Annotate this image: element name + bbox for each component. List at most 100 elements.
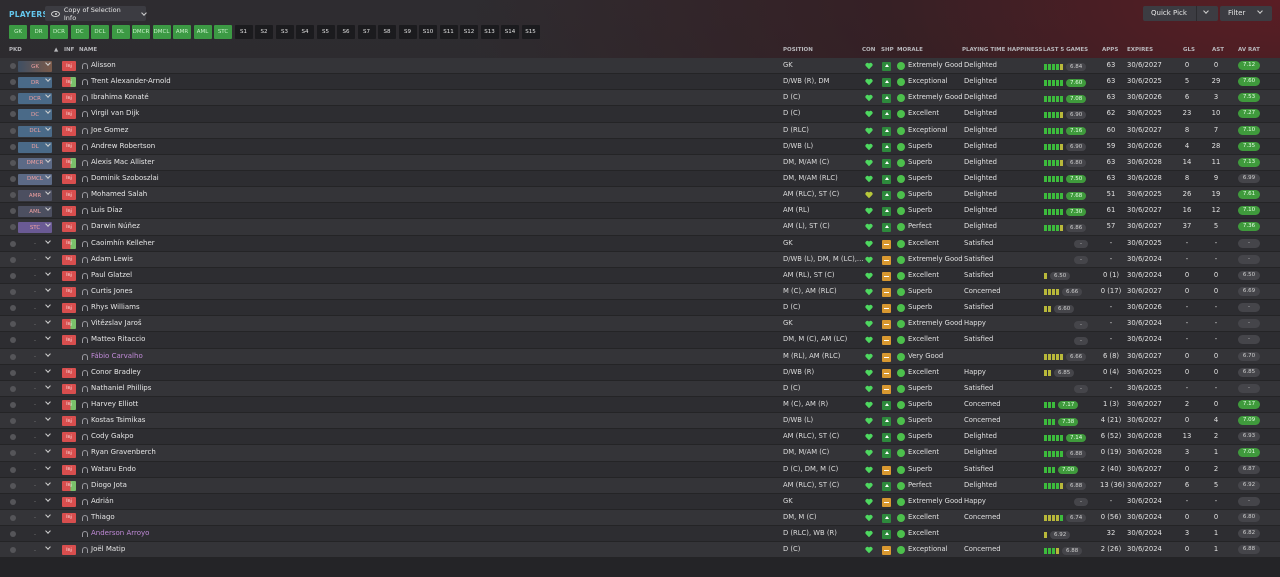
col-pkd[interactable]: PKD [9,47,22,53]
table-row[interactable]: DMCR Inj Alexis Mac Allister DM, M/AM (C) Su… [0,154,1280,171]
row-select-checkbox[interactable] [10,256,16,263]
chip-s8[interactable]: S8 [378,25,396,39]
chip-gk[interactable]: GK [9,25,27,39]
chip-aml[interactable]: AML [193,25,212,39]
chip-s13[interactable]: S13 [480,25,499,39]
copy-selection-button[interactable]: Copy of Selection Info [45,6,147,22]
col-last-5-games[interactable]: LAST 5 GAMES [1043,47,1088,53]
chip-s2[interactable]: S2 [255,25,273,39]
player-name[interactable]: Thiago [91,513,115,521]
player-name[interactable]: Dominik Szoboszlai [91,174,159,182]
row-select-checkbox[interactable] [10,450,16,457]
row-select-checkbox[interactable] [10,63,16,69]
table-row[interactable]: GK Inj Alisson GK Extremely Good Delighted 6.8… [0,58,1280,75]
row-select-checkbox[interactable] [10,321,16,328]
chip-s14[interactable]: S14 [501,25,519,39]
row-select-checkbox[interactable] [10,79,16,86]
player-name[interactable]: Alexis Mac Allister [91,158,154,166]
table-row[interactable]: - Inj Paul Glatzel AM (RL), ST (C) Excellent… [0,267,1280,284]
row-select-checkbox[interactable] [10,434,16,441]
player-name[interactable]: Adrián [91,497,114,505]
row-select-checkbox[interactable] [10,95,16,102]
row-select-checkbox[interactable] [10,143,16,150]
player-name[interactable]: Kostas Tsimikas [91,416,145,424]
table-row[interactable]: STC Inj Darwin Núñez AM (L), ST (C) Perfect D… [0,219,1280,236]
col-shp[interactable]: SHP [881,47,894,53]
sort-arrow-icon[interactable]: ▲ [54,47,58,53]
row-select-checkbox[interactable] [10,305,16,312]
row-select-checkbox[interactable] [10,175,16,182]
table-row[interactable]: DL Inj Andrew Robertson D/WB (L) Superb Delig… [0,138,1280,155]
row-select-checkbox[interactable] [10,369,16,376]
row-select-checkbox[interactable] [10,514,16,521]
col-ast[interactable]: AST [1212,47,1224,53]
table-row[interactable]: - Inj Conor Bradley D/WB (R) Excellent Happy 6… [0,364,1280,381]
chip-dl[interactable]: DL [111,25,130,39]
table-row[interactable]: - Inj Cody Gakpo AM (RLC), ST (C) Superb Deli… [0,429,1280,446]
player-name[interactable]: Luis Díaz [91,206,122,214]
player-name[interactable]: Diogo Jota [91,481,127,489]
table-row[interactable]: - Inj Wataru Endo D (C), DM, M (C) Superb Sat… [0,461,1280,478]
row-select-checkbox[interactable] [10,418,16,425]
row-select-checkbox[interactable] [10,208,16,215]
table-row[interactable]: DCR Inj Ibrahima Konaté D (C) Extremely Good… [0,90,1280,107]
player-name[interactable]: Andrew Robertson [91,142,155,150]
row-select-checkbox[interactable] [10,401,16,408]
player-name[interactable]: Conor Bradley [91,368,141,376]
chip-amr[interactable]: AMR [173,25,191,39]
chip-s6[interactable]: S6 [337,25,355,39]
chip-s12[interactable]: S12 [460,25,478,39]
player-name[interactable]: Harvey Elliott [91,400,138,408]
col-morale[interactable]: MORALE [897,47,923,53]
chip-s15[interactable]: S15 [521,25,540,39]
col-av-rat[interactable]: AV RAT [1238,47,1260,53]
player-name[interactable]: Fábio Carvalho [91,352,143,360]
col-expires[interactable]: EXPIRES [1127,47,1153,53]
table-row[interactable]: - Inj Ryan Gravenberch DM, M/AM (C) Excellen… [0,445,1280,462]
row-select-checkbox[interactable] [10,547,16,554]
chip-dr[interactable]: DR [29,25,48,39]
table-row[interactable]: - Inj Joël Matip D (C) Exceptional Concerned 6… [0,542,1280,559]
table-row[interactable]: - Inj Thiago DM, M (C) Excellent Concerned 6.7… [0,509,1280,527]
chip-dmcl[interactable]: DMCL [152,25,171,39]
col-position[interactable]: POSITION [783,47,813,53]
player-name[interactable]: Paul Glatzel [91,271,132,279]
row-select-checkbox[interactable] [10,337,16,344]
chip-s1[interactable]: S1 [234,25,253,39]
table-row[interactable]: DCL Inj Joe Gomez D (RLC) Exceptional Delight… [0,122,1280,139]
player-name[interactable]: Ryan Gravenberch [91,448,156,456]
table-row[interactable]: - Fábio Carvalho M (RL), AM (RLC) Very Good… [0,348,1280,365]
col-playing-time-happiness[interactable]: PLAYING TIME HAPPINESS [962,47,1042,53]
player-name[interactable]: Trent Alexander-Arnold [91,77,171,85]
player-name[interactable]: Mohamed Salah [91,190,147,198]
chip-s4[interactable]: S4 [296,25,314,39]
table-row[interactable]: - Inj Caoimhín Kelleher GK Excellent Satisfie… [0,235,1280,252]
row-select-checkbox[interactable] [10,498,16,505]
chip-s5[interactable]: S5 [316,25,335,39]
player-name[interactable]: Joël Matip [91,545,125,553]
row-select-checkbox[interactable] [10,482,16,489]
col-con[interactable]: CON [862,47,875,53]
player-name[interactable]: Curtis Jones [91,287,133,295]
table-row[interactable]: - Inj Adam Lewis D/WB (L), DM, M (LC),... Ex… [0,251,1280,268]
chip-dcl[interactable]: DCL [91,25,109,39]
table-row[interactable]: AML Inj Luis Díaz AM (RL) Superb Delighted 7.3… [0,203,1280,220]
col-gls[interactable]: GLS [1183,47,1195,53]
table-row[interactable]: AMR Inj Mohamed Salah AM (RLC), ST (C) Super… [0,187,1280,204]
player-name[interactable]: Vitězslav Jaroš [91,319,142,327]
row-select-checkbox[interactable] [10,353,16,360]
table-row[interactable]: - Inj Kostas Tsimikas D/WB (L) Superb Concern… [0,413,1280,430]
chevron-down-icon[interactable] [1203,8,1209,14]
row-select-checkbox[interactable] [10,385,16,392]
table-row[interactable]: - Inj Matteo Ritaccio DM, M (C), AM (LC) Exc… [0,332,1280,349]
table-row[interactable]: - Inj Curtis Jones M (C), AM (RLC) Superb Con… [0,283,1280,301]
row-select-checkbox[interactable] [10,466,16,473]
table-row[interactable]: - Anderson Arroyo D (RLC), WB (R) Excellent… [0,526,1280,543]
row-select-checkbox[interactable] [10,272,16,279]
chip-dmcr[interactable]: DMCR [132,25,150,39]
col-name[interactable]: NAME [79,47,97,53]
player-name[interactable]: Alisson [91,61,116,69]
chip-dc[interactable]: DC [70,25,89,39]
col-apps[interactable]: APPS [1102,47,1118,53]
filter-button[interactable]: Filter [1220,6,1272,21]
